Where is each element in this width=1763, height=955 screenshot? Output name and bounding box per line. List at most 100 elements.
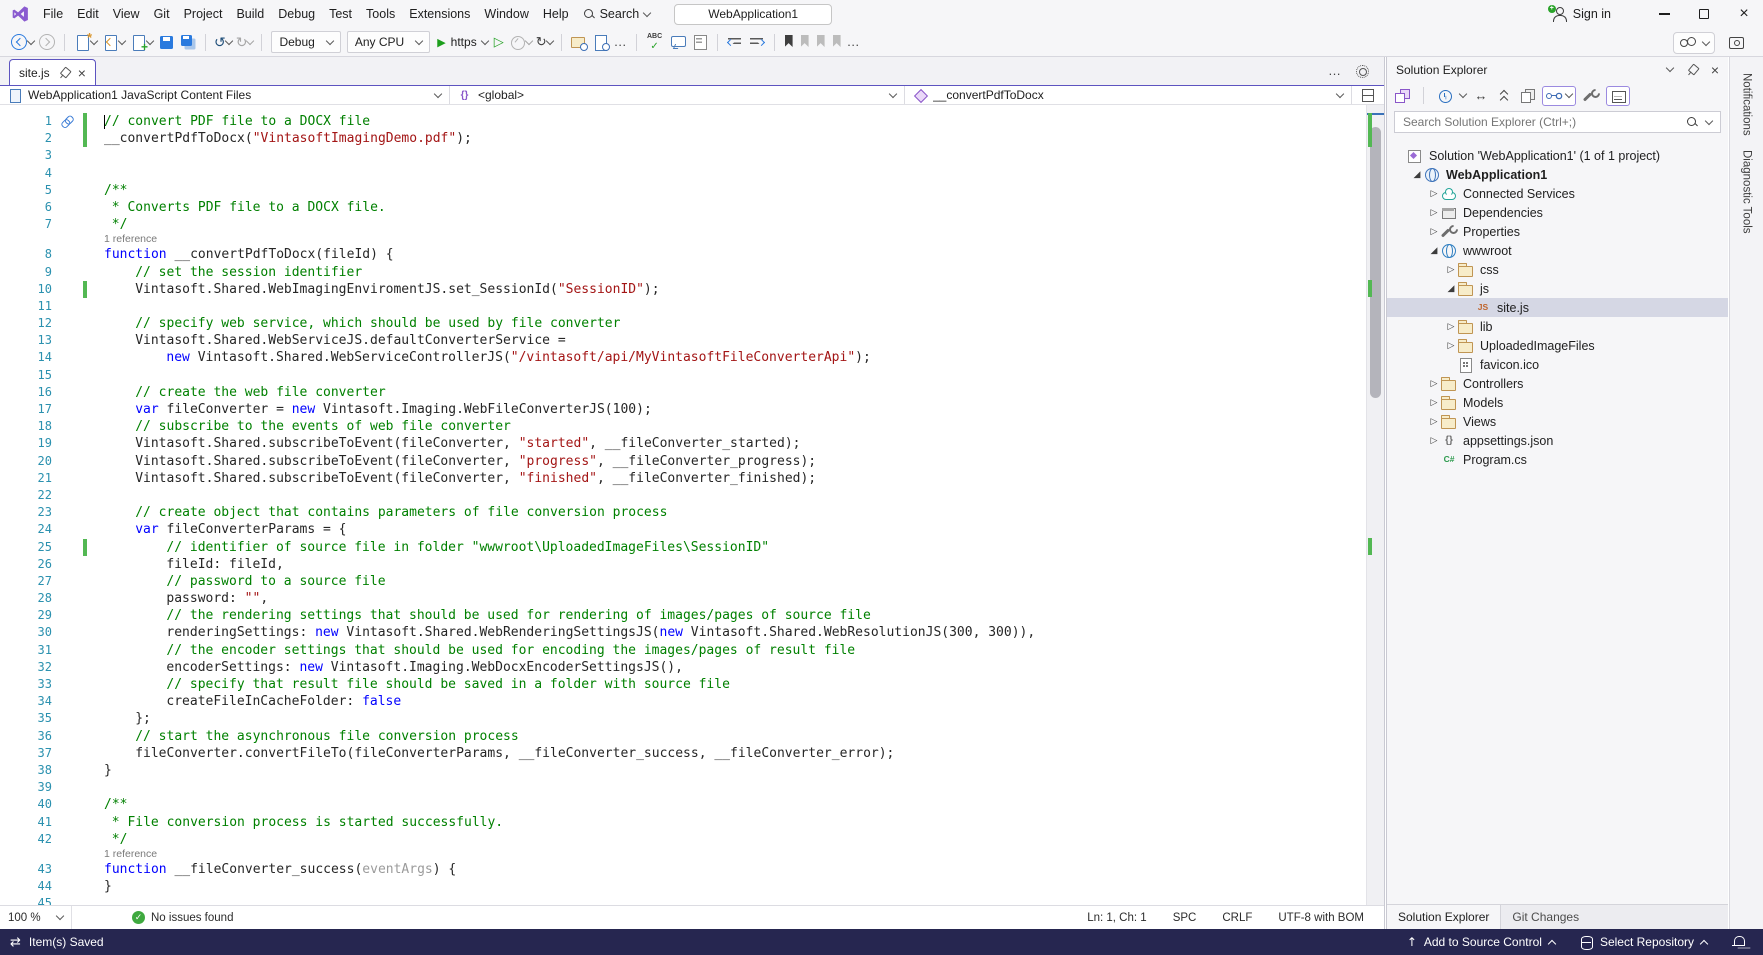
line-column-indicator[interactable]: Ln: 1, Ch: 1 <box>1087 912 1146 924</box>
code-line-19[interactable]: 19Vintasoft.Shared.subscribeToEvent(file… <box>0 435 1366 452</box>
nav-member-dropdown[interactable]: __convertPdfToDocx <box>905 86 1352 104</box>
code-line-20[interactable]: 20Vintasoft.Shared.subscribeToEvent(file… <box>0 453 1366 470</box>
tree-item-appsettings-json[interactable]: ▷{}appsettings.json <box>1387 431 1728 450</box>
wrench-icon[interactable] <box>1583 88 1599 104</box>
collapse-all-button[interactable] <box>1496 88 1512 104</box>
encoding-indicator[interactable]: UTF-8 with BOM <box>1278 912 1364 924</box>
code-line-30[interactable]: 30renderingSettings: new Vintasoft.Share… <box>0 624 1366 641</box>
tree-item-views[interactable]: ▷Views <box>1387 412 1728 431</box>
tree-item-js[interactable]: ◢js <box>1387 279 1728 298</box>
live-share-button[interactable] <box>1673 32 1715 54</box>
clear-bookmarks-button[interactable] <box>829 30 845 54</box>
properties-button[interactable] <box>1519 88 1535 104</box>
menu-tools[interactable]: Tools <box>359 2 402 26</box>
tree-expander-icon[interactable]: ▷ <box>1427 435 1441 446</box>
tree-item-dependencies[interactable]: ▷Dependencies <box>1387 203 1728 222</box>
code-line-16[interactable]: 16// create the web file converter <box>0 384 1366 401</box>
notifications-bell-icon[interactable] <box>1731 935 1747 950</box>
menu-build[interactable]: Build <box>229 2 271 26</box>
tree-expander-icon[interactable]: ▷ <box>1444 321 1458 332</box>
start-without-debugging-button[interactable]: ▷ <box>492 30 506 54</box>
new-file-button[interactable] <box>71 30 99 54</box>
code-line-41[interactable]: 41* File conversion process is started s… <box>0 814 1366 831</box>
tree-expander-icon[interactable]: ▷ <box>1427 397 1441 408</box>
undo-button[interactable]: ↺ <box>212 30 234 54</box>
menu-help[interactable]: Help <box>536 2 576 26</box>
select-repository-button[interactable]: Select Repository <box>1579 935 1707 949</box>
menu-debug[interactable]: Debug <box>271 2 322 26</box>
code-line-27[interactable]: 27// password to a source file <box>0 573 1366 590</box>
solution-platform-dropdown[interactable]: Any CPU <box>347 31 430 53</box>
code-line-4[interactable]: 4 <box>0 165 1366 182</box>
tree-expander-icon[interactable]: ▷ <box>1427 207 1441 218</box>
code-line-34[interactable]: 34createFileInCacheFolder: false <box>0 693 1366 710</box>
code-line-29[interactable]: 29// the rendering settings that should … <box>0 607 1366 624</box>
code-line-14[interactable]: 14new Vintasoft.Shared.WebServiceControl… <box>0 349 1366 366</box>
hot-reload-button[interactable]: ↻ <box>534 30 555 54</box>
find-in-document-button[interactable] <box>590 30 612 54</box>
background-tasks-icon[interactable]: ⇄ <box>10 935 21 950</box>
issues-label[interactable]: No issues found <box>151 912 233 924</box>
panel-options-chevron[interactable] <box>1666 64 1674 72</box>
tree-item-favicon-ico[interactable]: favicon.ico <box>1387 355 1728 374</box>
menu-view[interactable]: View <box>106 2 147 26</box>
code-line-36[interactable]: 36// start the asynchronous file convers… <box>0 728 1366 745</box>
bookmark-overflow-button[interactable]: … <box>845 30 863 54</box>
tree-expander-icon[interactable]: ▷ <box>1444 264 1458 275</box>
code-line-39[interactable]: 39 <box>0 779 1366 796</box>
spell-checker-button[interactable]: ABC✓ <box>643 30 667 54</box>
tree-item-controllers[interactable]: ▷Controllers <box>1387 374 1728 393</box>
side-tab-notifications[interactable]: Notifications <box>1741 73 1753 136</box>
menu-project[interactable]: Project <box>177 2 230 26</box>
next-bookmark-button[interactable] <box>813 30 829 54</box>
solution-explorer-search-input[interactable]: Search Solution Explorer (Ctrl+;) <box>1394 111 1721 133</box>
open-file-button[interactable] <box>99 30 127 54</box>
preview-selected-items-toggle[interactable] <box>1606 86 1630 106</box>
code-line-25[interactable]: 25// identifier of source file in folder… <box>0 539 1366 556</box>
panel-close-icon[interactable]: × <box>1711 64 1719 76</box>
tree-item-uploadedimagefiles[interactable]: ▷UploadedImageFiles <box>1387 336 1728 355</box>
tab-close-icon[interactable]: × <box>78 67 86 79</box>
navigate-back-button[interactable] <box>8 30 36 54</box>
nav-project-dropdown[interactable]: WebApplication1 JavaScript Content Files <box>0 86 450 104</box>
menu-file[interactable]: File <box>36 2 70 26</box>
code-line-5[interactable]: 5/** <box>0 182 1366 199</box>
code-line-24[interactable]: 24var fileConverterParams = { <box>0 521 1366 538</box>
tree-item-wwwroot[interactable]: ◢wwwroot <box>1387 241 1728 260</box>
sync-with-active-document-button[interactable]: ↔ <box>1473 88 1489 104</box>
decrease-indent-button[interactable] <box>724 30 746 54</box>
code-line-13[interactable]: 13Vintasoft.Shared.WebServiceJS.defaultC… <box>0 332 1366 349</box>
code-line-9[interactable]: 9// set the session identifier <box>0 264 1366 281</box>
solution-configuration-dropdown[interactable]: Debug <box>271 31 340 53</box>
maximize-button[interactable] <box>1697 7 1711 21</box>
code-line-32[interactable]: 32encoderSettings: new Vintasoft.Imaging… <box>0 659 1366 676</box>
gear-icon[interactable] <box>1354 63 1370 79</box>
code-line-10[interactable]: 10Vintasoft.Shared.WebImagingEnviromentJ… <box>0 281 1366 298</box>
code-line-21[interactable]: 21Vintasoft.Shared.subscribeToEvent(file… <box>0 470 1366 487</box>
nav-scope-dropdown[interactable]: {} <global> <box>450 86 905 104</box>
tree-item-site-js[interactable]: JSsite.js <box>1387 298 1728 317</box>
increase-indent-button[interactable] <box>746 30 768 54</box>
code-line-17[interactable]: 17var fileConverter = new Vintasoft.Imag… <box>0 401 1366 418</box>
pin-icon[interactable] <box>55 63 73 81</box>
code-line-3[interactable]: 3 <box>0 147 1366 164</box>
code-line-6[interactable]: 6* Converts PDF file to a DOCX file. <box>0 199 1366 216</box>
navigate-forward-button[interactable] <box>36 30 58 54</box>
code-line-26[interactable]: 26fileId: fileId, <box>0 556 1366 573</box>
code-line-12[interactable]: 12// specify web service, which should b… <box>0 315 1366 332</box>
menu-edit[interactable]: Edit <box>70 2 106 26</box>
tree-expander-icon[interactable]: ▷ <box>1444 340 1458 351</box>
redo-button[interactable]: ↻ <box>234 30 256 54</box>
tree-item-solution-webapplication1-1-of-1-project[interactable]: Solution 'WebApplication1' (1 of 1 proje… <box>1387 146 1728 165</box>
code-line-45[interactable]: 45 <box>0 895 1366 905</box>
add-to-source-control-button[interactable]: ↑ Add to Source Control <box>1407 935 1555 949</box>
code-line-43[interactable]: 43function __fileConverter_success(event… <box>0 861 1366 878</box>
add-item-button[interactable] <box>127 30 155 54</box>
codelens-references[interactable]: 1 reference <box>0 233 1366 246</box>
tree-expander-icon[interactable]: ▷ <box>1427 416 1441 427</box>
code-line-2[interactable]: 2__convertPdfToDocx("VintasoftImagingDem… <box>0 130 1366 147</box>
toggle-bookmark-button[interactable] <box>781 30 797 54</box>
pin-icon[interactable] <box>1683 60 1701 78</box>
minimize-button[interactable] <box>1657 7 1671 21</box>
tree-item-program-cs[interactable]: C#Program.cs <box>1387 450 1728 469</box>
